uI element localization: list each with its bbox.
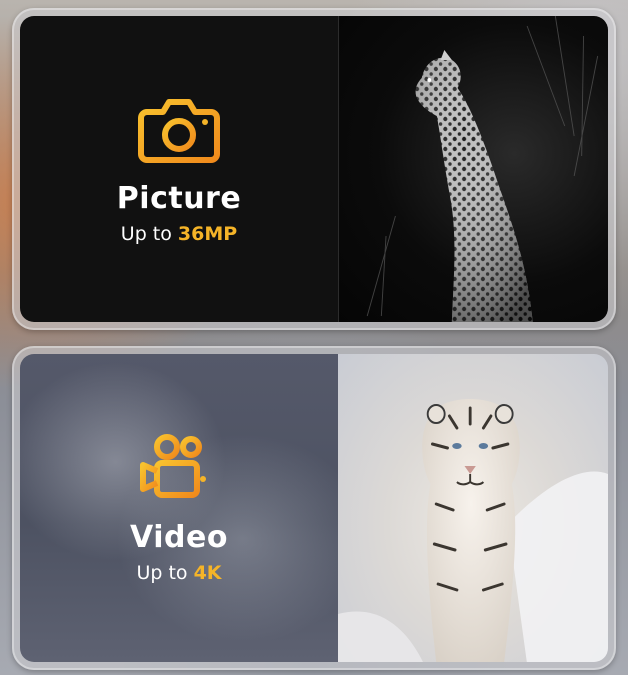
picture-resolution-value: 36MP	[177, 222, 238, 245]
picture-subtitle-prefix: Up to	[120, 222, 178, 245]
video-subtitle-prefix: Up to	[136, 561, 194, 584]
picture-card-inner: Picture Up to 36MP	[20, 16, 608, 322]
video-feature-card: Video Up to 4K	[12, 346, 616, 670]
video-title: Video	[130, 519, 228, 555]
video-card-inner: Video Up to 4K	[20, 354, 608, 662]
picture-feature-card: Picture Up to 36MP	[12, 8, 616, 330]
video-resolution-value: 4K	[193, 561, 222, 584]
white-tiger-snow-photo	[338, 354, 608, 662]
video-camera-icon	[140, 433, 206, 498]
white-tiger-illustration	[338, 399, 608, 662]
picture-info-panel: Picture Up to 36MP	[20, 16, 338, 322]
leopard-night-photo	[338, 16, 608, 322]
camera-icon	[138, 98, 220, 163]
video-info-panel: Video Up to 4K	[20, 354, 338, 662]
picture-subtitle: Up to 36MP	[121, 223, 237, 245]
picture-title: Picture	[116, 180, 242, 216]
leopard-illustration	[366, 16, 599, 322]
video-subtitle: Up to 4K	[136, 562, 221, 584]
